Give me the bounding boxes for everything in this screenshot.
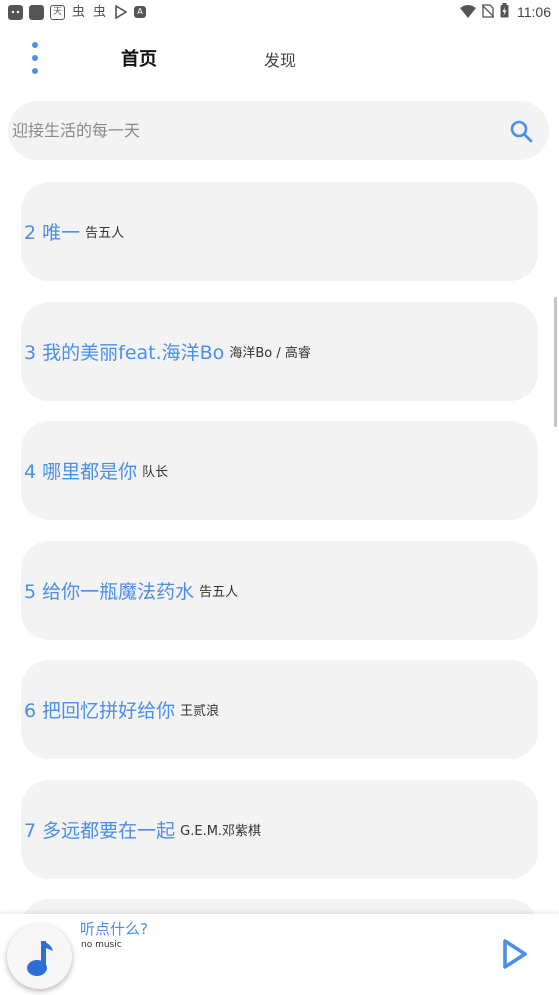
song-artist: G.E.M.邓紫棋	[180, 824, 262, 839]
music-note-icon[interactable]	[7, 924, 72, 989]
song-artist: 告五人	[85, 226, 125, 241]
bug-icon: 虫	[92, 4, 106, 20]
song-artist: 海洋Bo / 高睿	[229, 346, 311, 361]
no-sim-icon	[481, 3, 495, 22]
more-menu-icon[interactable]	[26, 42, 44, 74]
song-title: 2 唯一	[24, 222, 81, 244]
song-item[interactable]: 7 多远都要在一起 G.E.M.邓紫棋	[21, 780, 538, 879]
song-title: 4 哪里都是你	[24, 461, 138, 483]
search-bar	[8, 101, 549, 160]
status-time: 11:06	[517, 4, 551, 20]
search-icon[interactable]	[509, 119, 533, 143]
song-item[interactable]: 4 哪里都是你 队长	[21, 421, 538, 520]
font-a-icon: A	[134, 6, 146, 18]
status-right-icons: 11:06	[460, 2, 551, 22]
mini-player[interactable]: 听点什么? no music	[0, 914, 559, 995]
battery-charging-icon	[500, 2, 509, 22]
song-title: 5 给你一瓶魔法药水	[24, 581, 195, 603]
list-scrollbar[interactable]	[554, 297, 557, 427]
search-input[interactable]	[12, 101, 492, 160]
calendar-app-icon: 天	[50, 4, 65, 20]
tab-discover[interactable]: 发现	[264, 47, 296, 71]
tab-home[interactable]: 首页	[121, 45, 157, 71]
game-controller-icon	[8, 4, 23, 20]
song-artist: 告五人	[199, 585, 239, 600]
song-item[interactable]: 6 把回忆拼好给你 王贰浪	[21, 660, 538, 759]
play-icon[interactable]	[500, 937, 530, 971]
bug-icon: 虫	[71, 4, 85, 20]
song-item[interactable]: 5 给你一瓶魔法药水 告五人	[21, 541, 538, 640]
status-left-icons: 天 虫 虫 A	[8, 4, 146, 20]
player-title: 听点什么?	[80, 920, 148, 938]
song-title: 3 我的美丽feat.海洋Bo	[24, 342, 225, 364]
song-item[interactable]: 2 唯一 告五人	[21, 182, 538, 281]
song-title: 6 把回忆拼好给你	[24, 700, 176, 722]
status-bar: 天 虫 虫 A 11:06	[0, 0, 559, 24]
player-subtitle: no music	[81, 940, 122, 950]
song-artist: 队长	[142, 465, 169, 480]
song-title: 7 多远都要在一起	[24, 820, 176, 842]
app-square-icon	[29, 4, 44, 20]
wifi-icon	[460, 3, 476, 22]
play-store-icon	[113, 5, 128, 20]
song-item[interactable]: 3 我的美丽feat.海洋Bo 海洋Bo / 高睿	[21, 302, 538, 401]
song-artist: 王贰浪	[180, 704, 220, 719]
top-app-bar: 首页 发现	[0, 38, 559, 78]
